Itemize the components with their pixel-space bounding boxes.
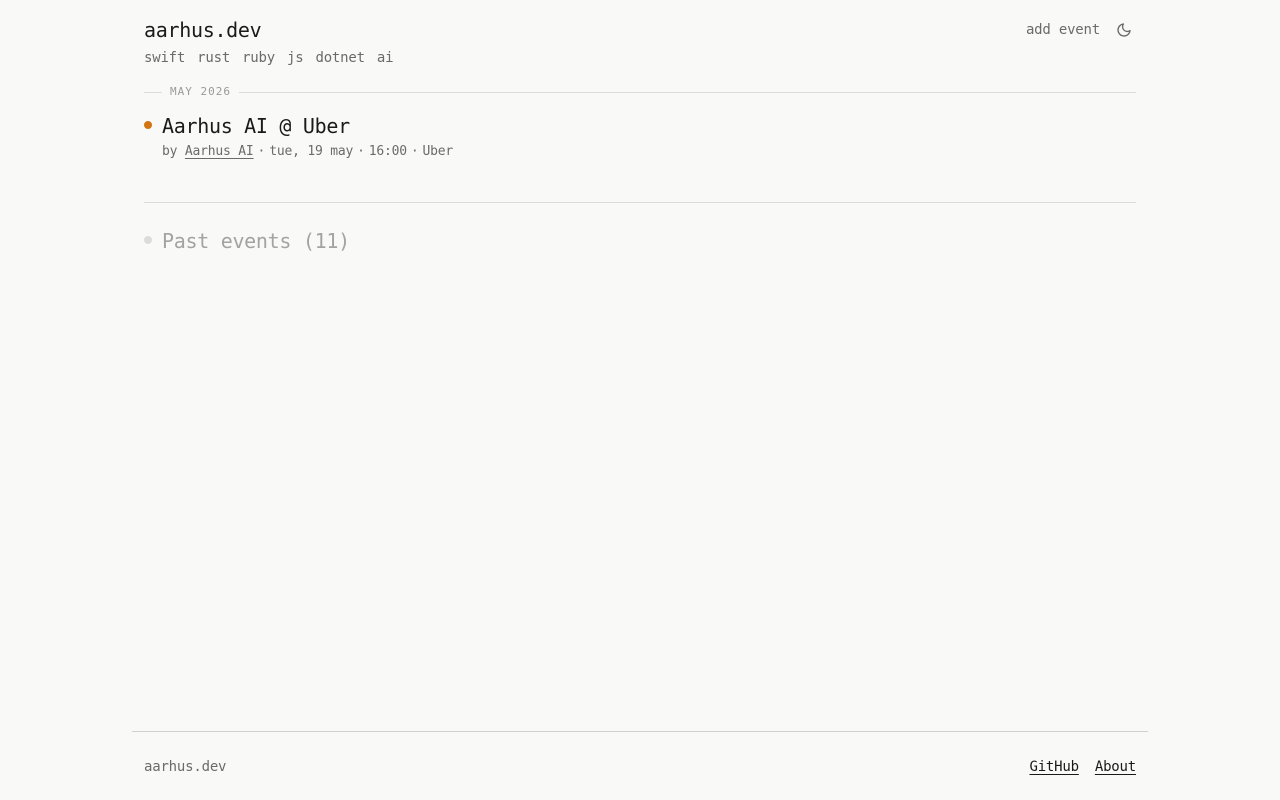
event-time: 16:00 [368, 144, 407, 159]
tag-dotnet[interactable]: dotnet [315, 48, 365, 68]
theme-toggle-button[interactable] [1114, 20, 1134, 40]
about-link[interactable]: About [1095, 758, 1136, 776]
moon-icon [1117, 23, 1131, 37]
organizer-link[interactable]: Aarhus AI [185, 144, 254, 159]
footer: aarhus.dev GitHub About [132, 731, 1148, 800]
tag-nav: swift rust ruby js dotnet ai [144, 48, 394, 68]
event-date: tue, 19 may [269, 144, 354, 159]
event-status-dot [144, 121, 152, 129]
divider-line [144, 91, 162, 93]
meta-separator: · [257, 144, 266, 159]
tag-swift[interactable]: swift [144, 48, 185, 68]
event-venue: Uber [422, 144, 454, 159]
past-events-toggle[interactable]: Past events (11) [144, 226, 1136, 256]
tag-ruby[interactable]: ruby [242, 48, 275, 68]
add-event-link[interactable]: add event [1026, 20, 1100, 40]
page: aarhus.dev swift rust ruby js dotnet ai … [0, 0, 1280, 800]
header: aarhus.dev swift rust ruby js dotnet ai … [144, 0, 1136, 92]
month-divider: MAY 2026 [144, 84, 1136, 100]
past-events-label: Past events (11) [162, 229, 350, 253]
event-meta: by Aarhus AI · tue, 19 may · 16:00 · Uber [162, 143, 453, 161]
tag-rust[interactable]: rust [197, 48, 230, 68]
header-actions: add event [1026, 20, 1136, 40]
tag-ai[interactable]: ai [377, 48, 394, 68]
meta-separator: · [410, 144, 419, 159]
github-link[interactable]: GitHub [1029, 758, 1079, 776]
event-title-link[interactable]: Aarhus AI @ Uber [162, 112, 350, 140]
past-events-dot [144, 236, 152, 244]
site-title-link[interactable]: aarhus.dev [144, 16, 262, 44]
by-prefix: by [162, 144, 178, 159]
meta-separator: · [357, 144, 365, 159]
footer-site-name: aarhus.dev [144, 759, 227, 775]
tag-js[interactable]: js [287, 48, 304, 68]
main-container: aarhus.dev swift rust ruby js dotnet ai … [144, 0, 1136, 253]
footer-links: GitHub About [1029, 758, 1136, 776]
section-divider [144, 202, 1136, 203]
divider-line [238, 91, 1136, 93]
month-label: MAY 2026 [170, 85, 231, 98]
